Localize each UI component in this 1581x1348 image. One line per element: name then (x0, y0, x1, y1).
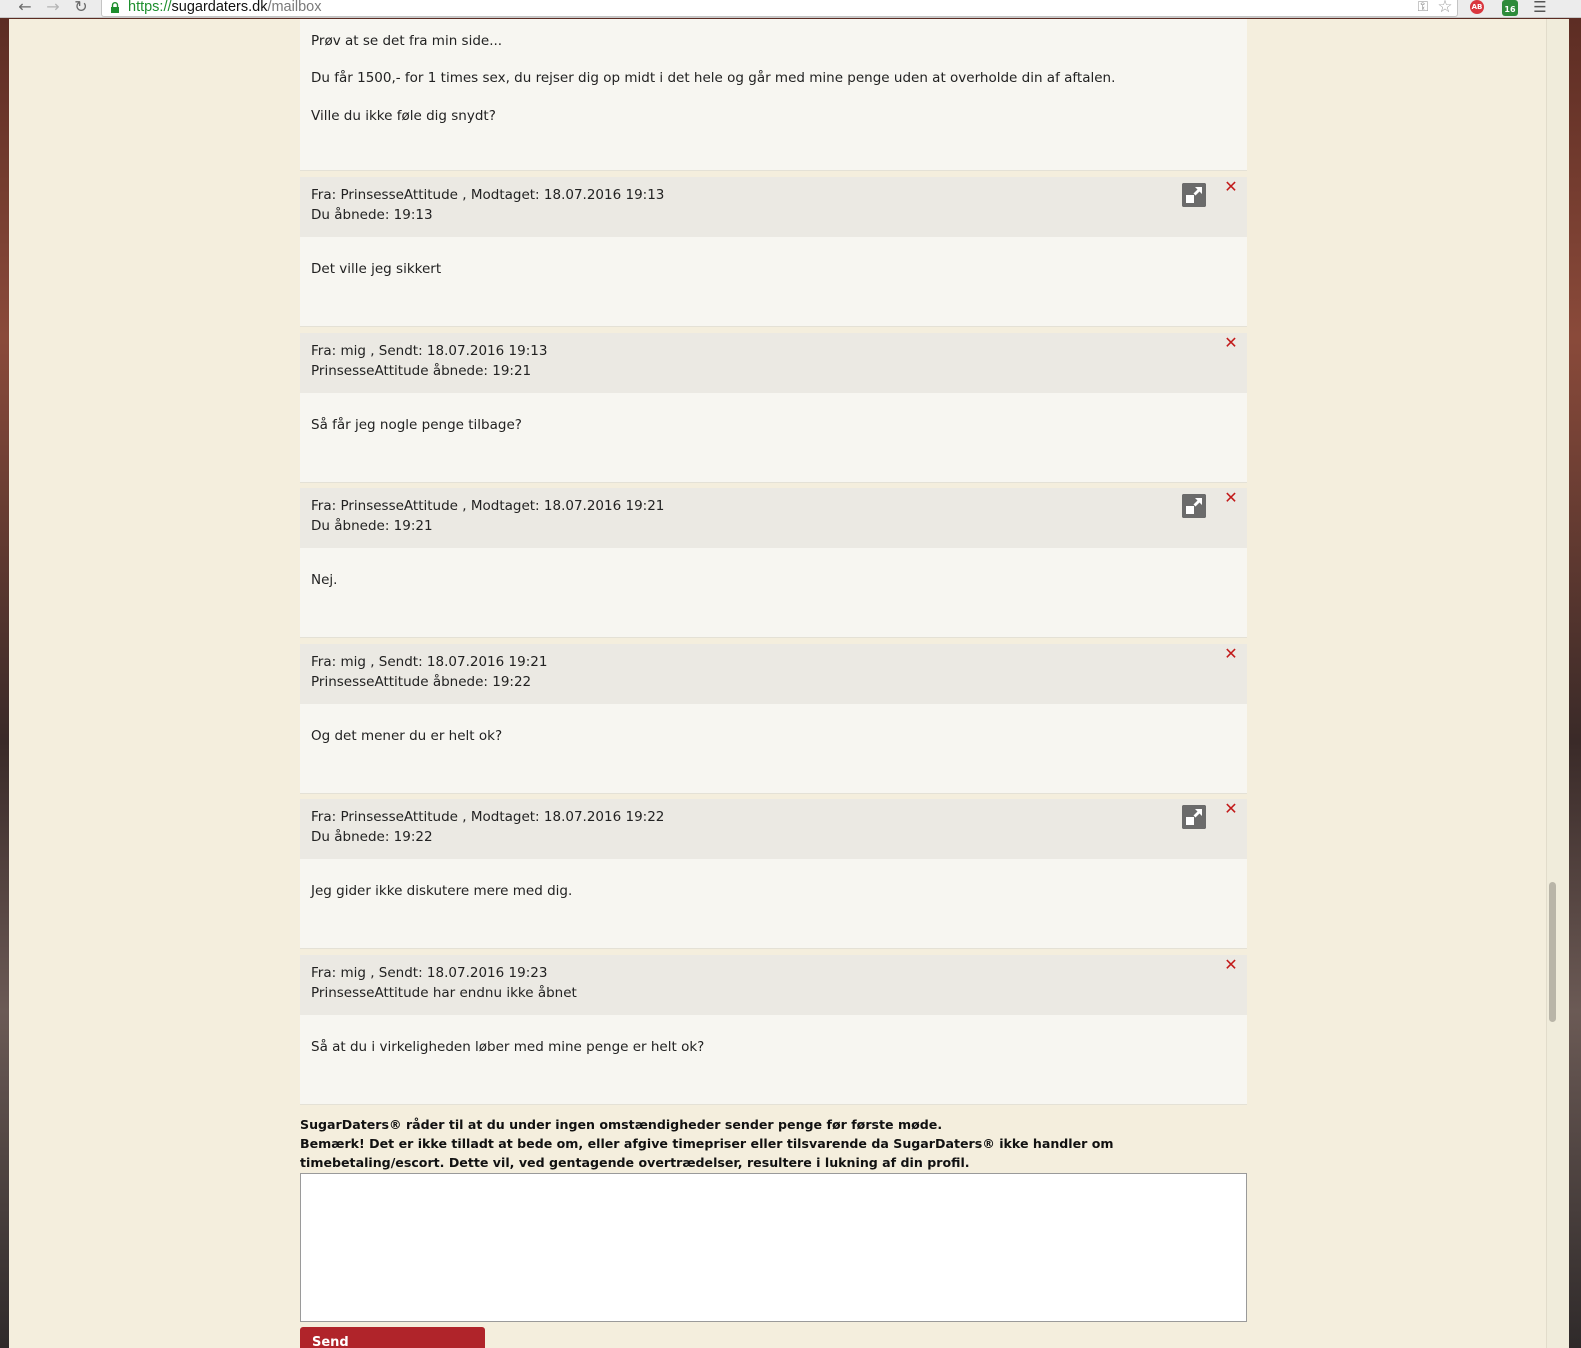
message-text: Jeg gider ikke diskutere mere med dig. (311, 883, 573, 899)
message-text-line: Du får 1500,- for 1 times sex, du rejser… (311, 70, 1116, 86)
message-opened-line: PrinsesseAttitude åbnede: 19:21 (311, 363, 532, 379)
warning-line-money: SugarDaters® råder til at du under ingen… (300, 1117, 943, 1132)
message-item: Fra: PrinsesseAttitude , Modtaget: 18.07… (300, 177, 1247, 327)
message-body: Jeg gider ikke diskutere mere med dig. (300, 859, 1247, 949)
message-header: Fra: mig , Sendt: 18.07.2016 19:23 Prins… (300, 955, 1247, 1015)
menu-icon[interactable]: ☰ (1532, 0, 1548, 16)
scrollbar-thumb[interactable] (1549, 882, 1556, 1022)
delete-message-icon[interactable]: ✕ (1224, 801, 1238, 817)
profile-icon[interactable] (1182, 494, 1206, 518)
message-body: Så får jeg nogle penge tilbage? (300, 393, 1247, 483)
delete-message-icon[interactable]: ✕ (1224, 646, 1238, 662)
message-sender-line: Fra: PrinsesseAttitude , Modtaget: 18.07… (311, 498, 665, 514)
bookmark-star-icon[interactable]: ☆ (1436, 0, 1454, 16)
scrollbar-track[interactable] (1546, 19, 1569, 1348)
extension-icon[interactable]: 16 (1502, 0, 1518, 16)
message-header: Fra: PrinsesseAttitude , Modtaget: 18.07… (300, 799, 1247, 859)
message-item: Fra: mig , Sendt: 18.07.2016 19:23 Prins… (300, 955, 1247, 1105)
reply-textarea[interactable] (300, 1173, 1247, 1322)
message-text: Så får jeg nogle penge tilbage? (311, 417, 522, 433)
message-text: Nej. (311, 572, 338, 588)
profile-icon[interactable] (1182, 183, 1206, 207)
message-text: Og det mener du er helt ok? (311, 728, 503, 744)
lock-icon (111, 2, 119, 13)
url-path: /mailbox (267, 0, 322, 15)
message-text-line: Prøv at se det fra min side... (311, 33, 503, 49)
profile-icon[interactable] (1182, 805, 1206, 829)
message-item: Fra: mig , Sendt: 18.07.2016 19:21 Prins… (300, 644, 1247, 794)
message-sender-line: Fra: mig , Sendt: 18.07.2016 19:21 (311, 654, 548, 670)
delete-message-icon[interactable]: ✕ (1224, 179, 1238, 195)
message-sender-line: Fra: mig , Sendt: 18.07.2016 19:13 (311, 343, 548, 359)
message-item: Fra: PrinsesseAttitude , Modtaget: 18.07… (300, 488, 1247, 638)
message-body: Og det mener du er helt ok? (300, 704, 1247, 794)
key-icon[interactable]: ⚿ (1416, 0, 1430, 16)
message-opened-line: PrinsesseAttitude åbnede: 19:22 (311, 674, 532, 690)
message-text: Det ville jeg sikkert (311, 261, 442, 277)
back-arrow-icon[interactable]: ← (14, 0, 36, 17)
browser-toolbar: ← → ↻ https://sugardaters.dk/mailbox ⚿ ☆… (0, 0, 1581, 18)
message-header: Fra: PrinsesseAttitude , Modtaget: 18.07… (300, 177, 1247, 237)
message-opened-line: Du åbnede: 19:21 (311, 518, 433, 534)
url-scheme: https:// (128, 0, 172, 15)
reload-icon[interactable]: ↻ (70, 0, 92, 17)
message-header: Fra: mig , Sendt: 18.07.2016 19:13 Prins… (300, 333, 1247, 393)
message-item: Fra: mig , Sendt: 18.07.2016 19:13 Prins… (300, 333, 1247, 483)
url-text: https://sugardaters.dk/mailbox (128, 0, 321, 14)
message-sender-line: Fra: PrinsesseAttitude , Modtaget: 18.07… (311, 187, 665, 203)
message-sender-line: Fra: mig , Sendt: 18.07.2016 19:23 (311, 965, 548, 981)
message-body-previous: Prøv at se det fra min side... Du får 15… (300, 19, 1247, 171)
delete-message-icon[interactable]: ✕ (1224, 335, 1238, 351)
message-body: Nej. (300, 548, 1247, 638)
message-opened-line: PrinsesseAttitude har endnu ikke åbnet (311, 985, 577, 1001)
delete-message-icon[interactable]: ✕ (1224, 490, 1238, 506)
message-sender-line: Fra: PrinsesseAttitude , Modtaget: 18.07… (311, 809, 665, 825)
page-content: Prøv at se det fra min side... Du får 15… (9, 19, 1546, 1348)
address-bar[interactable]: https://sugardaters.dk/mailbox (101, 0, 1458, 17)
delete-message-icon[interactable]: ✕ (1224, 957, 1238, 973)
message-body: Det ville jeg sikkert (300, 237, 1247, 327)
message-header: Fra: mig , Sendt: 18.07.2016 19:21 Prins… (300, 644, 1247, 704)
message-text: Så at du i virkeligheden løber med mine … (311, 1039, 705, 1055)
message-text-line: Ville du ikke føle dig snydt? (311, 108, 496, 124)
adblock-icon[interactable]: AB (1470, 0, 1484, 14)
warning-line-rules: Bemærk! Det er ikke tilladt at bede om, … (300, 1136, 1114, 1170)
message-item: Fra: PrinsesseAttitude , Modtaget: 18.07… (300, 799, 1247, 949)
send-button[interactable]: Send (300, 1327, 485, 1348)
message-opened-line: Du åbnede: 19:22 (311, 829, 433, 845)
message-body: Så at du i virkeligheden løber med mine … (300, 1015, 1247, 1105)
message-opened-line: Du åbnede: 19:13 (311, 207, 433, 223)
forward-arrow-icon[interactable]: → (42, 0, 64, 17)
message-header: Fra: PrinsesseAttitude , Modtaget: 18.07… (300, 488, 1247, 548)
safety-warning: SugarDaters® råder til at du under ingen… (300, 1115, 1247, 1172)
url-host: sugardaters.dk (171, 0, 268, 15)
